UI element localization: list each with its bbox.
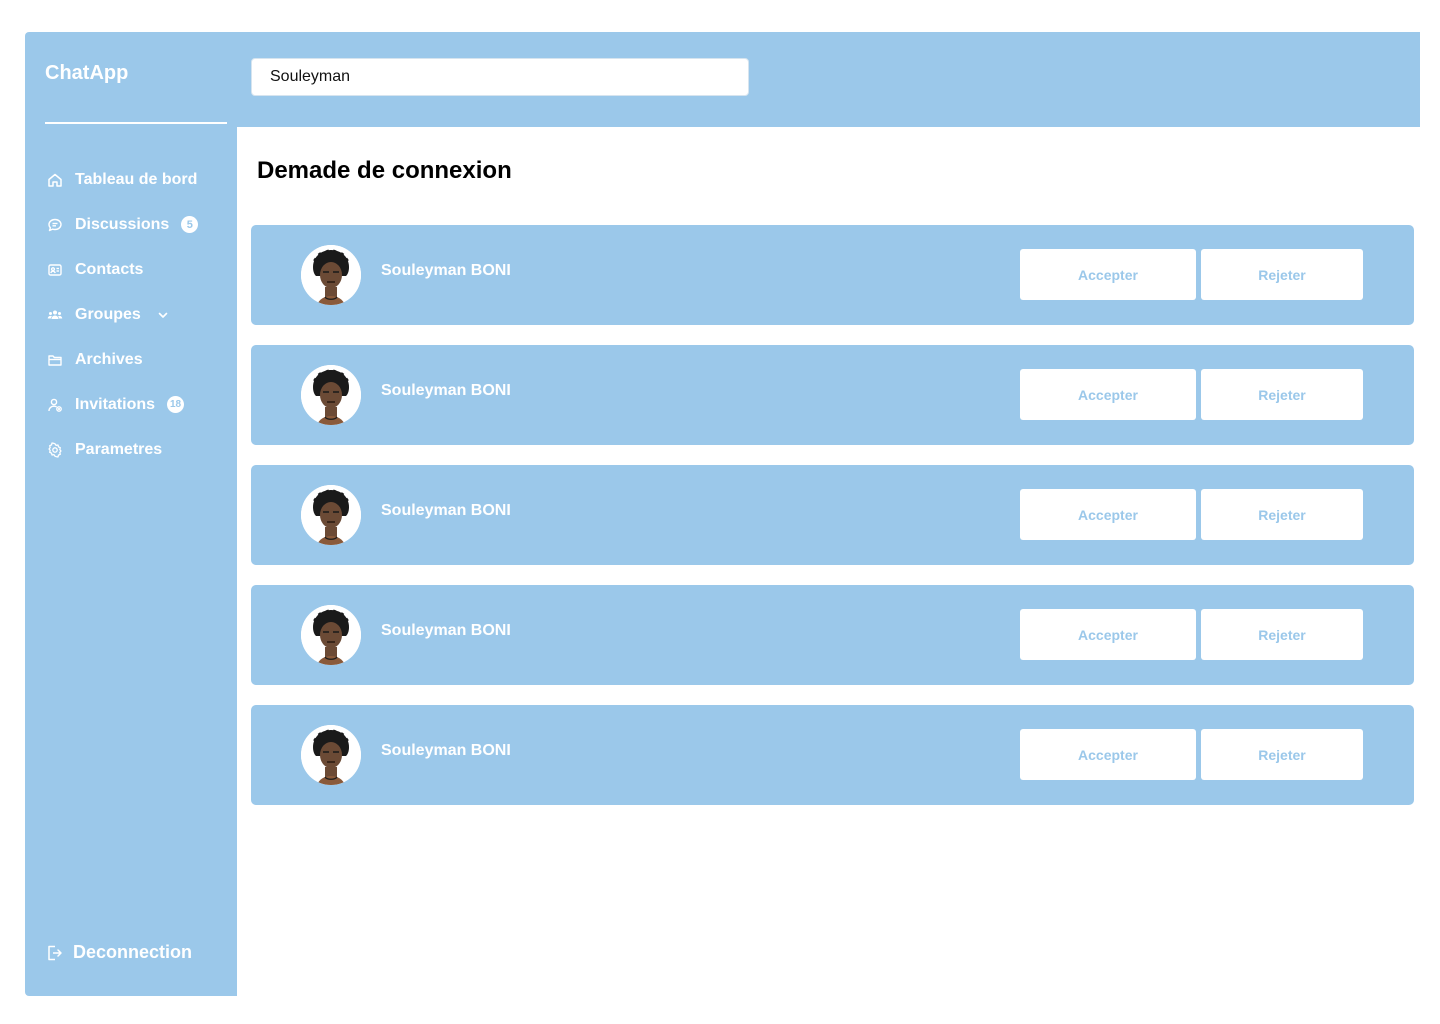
requester-name: Souleyman BONI <box>381 502 511 519</box>
chevron-down-icon[interactable] <box>157 309 169 321</box>
request-card: Souleyman BONI Accepter Rejeter <box>251 225 1414 325</box>
avatar <box>301 485 361 545</box>
sidebar-item-groups[interactable]: Groupes <box>45 292 235 337</box>
accept-button[interactable]: Accepter <box>1020 489 1196 540</box>
sidebar-item-label: Invitations <box>75 395 156 413</box>
sidebar-nav: Tableau de bord Discussions 5 Contacts G… <box>45 157 235 472</box>
request-card: Souleyman BONI Accepter Rejeter <box>251 705 1414 805</box>
app-window: ChatApp Tableau de bord Discussions 5 Co… <box>25 32 1420 996</box>
request-card: Souleyman BONI Accepter Rejeter <box>251 585 1414 685</box>
requester-name: Souleyman BONI <box>381 622 511 639</box>
discussions-badge: 5 <box>181 216 199 233</box>
avatar <box>301 365 361 425</box>
gear-icon <box>45 440 65 460</box>
accept-button[interactable]: Accepter <box>1020 729 1196 780</box>
reject-button[interactable]: Rejeter <box>1201 369 1363 420</box>
reject-button[interactable]: Rejeter <box>1201 609 1363 660</box>
sidebar-item-label: Groupes <box>75 305 141 323</box>
accept-button[interactable]: Accepter <box>1020 609 1196 660</box>
accept-button[interactable]: Accepter <box>1020 369 1196 420</box>
reject-button[interactable]: Rejeter <box>1201 249 1363 300</box>
chat-icon <box>45 215 65 235</box>
avatar <box>301 725 361 785</box>
sidebar-item-invitations[interactable]: Invitations 18 <box>45 382 235 427</box>
sidebar-item-dashboard[interactable]: Tableau de bord <box>45 157 235 202</box>
logout-button[interactable]: Deconnection <box>45 942 192 963</box>
logout-icon <box>45 944 63 962</box>
top-bar <box>237 32 1420 127</box>
divider <box>45 122 227 124</box>
user-invite-icon <box>45 395 65 415</box>
request-list: Souleyman BONI Accepter Rejeter Souleyma… <box>251 225 1414 825</box>
sidebar-item-label: Discussions <box>75 215 170 233</box>
app-logo[interactable]: ChatApp <box>45 62 128 85</box>
reject-button[interactable]: Rejeter <box>1201 729 1363 780</box>
requester-name: Souleyman BONI <box>381 742 511 759</box>
invitations-badge: 18 <box>167 396 185 413</box>
folder-icon <box>45 350 65 370</box>
sidebar-item-label: Contacts <box>75 260 144 278</box>
main-content: Demade de connexion Souleyman BONI Accep… <box>237 127 1420 996</box>
reject-button[interactable]: Rejeter <box>1201 489 1363 540</box>
avatar <box>301 605 361 665</box>
page-title: Demade de connexion <box>257 157 512 184</box>
accept-button[interactable]: Accepter <box>1020 249 1196 300</box>
sidebar: ChatApp Tableau de bord Discussions 5 Co… <box>25 32 237 996</box>
sidebar-item-settings[interactable]: Parametres <box>45 427 235 472</box>
search-input[interactable] <box>251 58 749 96</box>
sidebar-item-contacts[interactable]: Contacts <box>45 247 235 292</box>
sidebar-item-archives[interactable]: Archives <box>45 337 235 382</box>
sidebar-item-discussions[interactable]: Discussions 5 <box>45 202 235 247</box>
home-icon <box>45 170 65 190</box>
request-card: Souleyman BONI Accepter Rejeter <box>251 345 1414 445</box>
contacts-icon <box>45 260 65 280</box>
requester-name: Souleyman BONI <box>381 382 511 399</box>
request-card: Souleyman BONI Accepter Rejeter <box>251 465 1414 565</box>
requester-name: Souleyman BONI <box>381 262 511 279</box>
groups-icon <box>45 305 65 325</box>
avatar <box>301 245 361 305</box>
logout-label: Deconnection <box>73 942 193 962</box>
sidebar-item-label: Parametres <box>75 440 163 458</box>
sidebar-item-label: Tableau de bord <box>75 170 198 188</box>
sidebar-item-label: Archives <box>75 350 143 368</box>
